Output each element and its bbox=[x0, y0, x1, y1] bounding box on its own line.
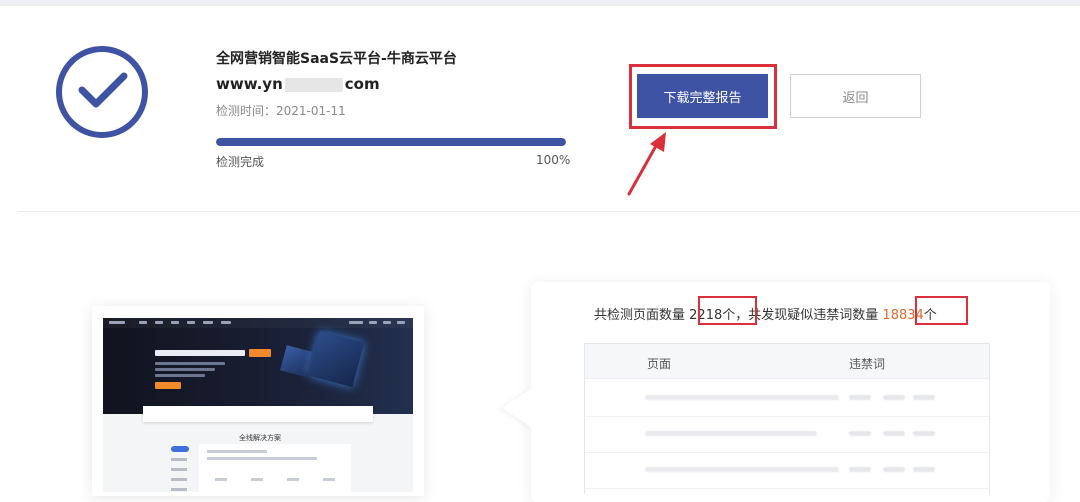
checkmark-icon bbox=[78, 72, 128, 108]
url-redaction bbox=[284, 77, 343, 92]
result-summary: 共检测页面数量 2218个，共发现疑似违禁词数量 18834个 bbox=[594, 304, 937, 323]
url-suffix: com bbox=[344, 75, 380, 93]
progress-fill bbox=[216, 138, 566, 146]
preview-side-tag bbox=[171, 446, 189, 452]
preview-nav bbox=[103, 318, 413, 328]
pages-count-highlight bbox=[698, 296, 757, 325]
preview-hero-title bbox=[155, 350, 245, 356]
progress-percent: 100% bbox=[536, 153, 571, 167]
site-title: 全网营销智能SaaS云平台-牛商云平台 bbox=[216, 51, 457, 67]
preview-hero-button bbox=[155, 382, 181, 389]
progress-bar bbox=[216, 138, 566, 146]
blurred-url bbox=[645, 467, 839, 472]
table-row[interactable] bbox=[585, 416, 989, 453]
site-url: www.yn com bbox=[216, 75, 380, 93]
result-table: 页面 违禁词 bbox=[584, 343, 990, 494]
table-row[interactable] bbox=[585, 452, 989, 489]
column-header-page: 页面 bbox=[647, 357, 672, 371]
preview-section-title: 全线解决方案 bbox=[239, 434, 281, 442]
top-strip bbox=[0, 0, 1080, 6]
progress-status: 检测完成 bbox=[216, 155, 265, 169]
url-prefix: www.yn bbox=[216, 75, 283, 93]
back-button[interactable]: 返回 bbox=[790, 74, 921, 118]
table-row[interactable] bbox=[585, 380, 989, 417]
annotation-arrow-icon bbox=[627, 132, 666, 196]
detect-time: 检测时间：2021-01-11 bbox=[216, 104, 346, 118]
preview-cube bbox=[307, 330, 365, 388]
blurred-url bbox=[645, 431, 817, 436]
preview-cube-small bbox=[280, 345, 312, 377]
download-report-button[interactable]: 下载完整报告 bbox=[637, 74, 768, 118]
section-divider bbox=[18, 211, 1080, 212]
summary-prefix: 共检测页面数量 bbox=[594, 308, 686, 323]
blurred-url bbox=[645, 395, 839, 400]
check-circle-icon bbox=[56, 46, 148, 138]
preview-hero-tag bbox=[249, 349, 271, 357]
preview-feature-cards bbox=[143, 406, 373, 422]
table-header: 页面 违禁词 bbox=[585, 344, 989, 379]
preview-hero bbox=[103, 318, 413, 414]
column-header-word: 违禁词 bbox=[849, 357, 886, 371]
words-count-highlight bbox=[915, 296, 968, 325]
result-card-pointer bbox=[502, 388, 532, 428]
website-preview: 全线解决方案 bbox=[103, 318, 413, 492]
